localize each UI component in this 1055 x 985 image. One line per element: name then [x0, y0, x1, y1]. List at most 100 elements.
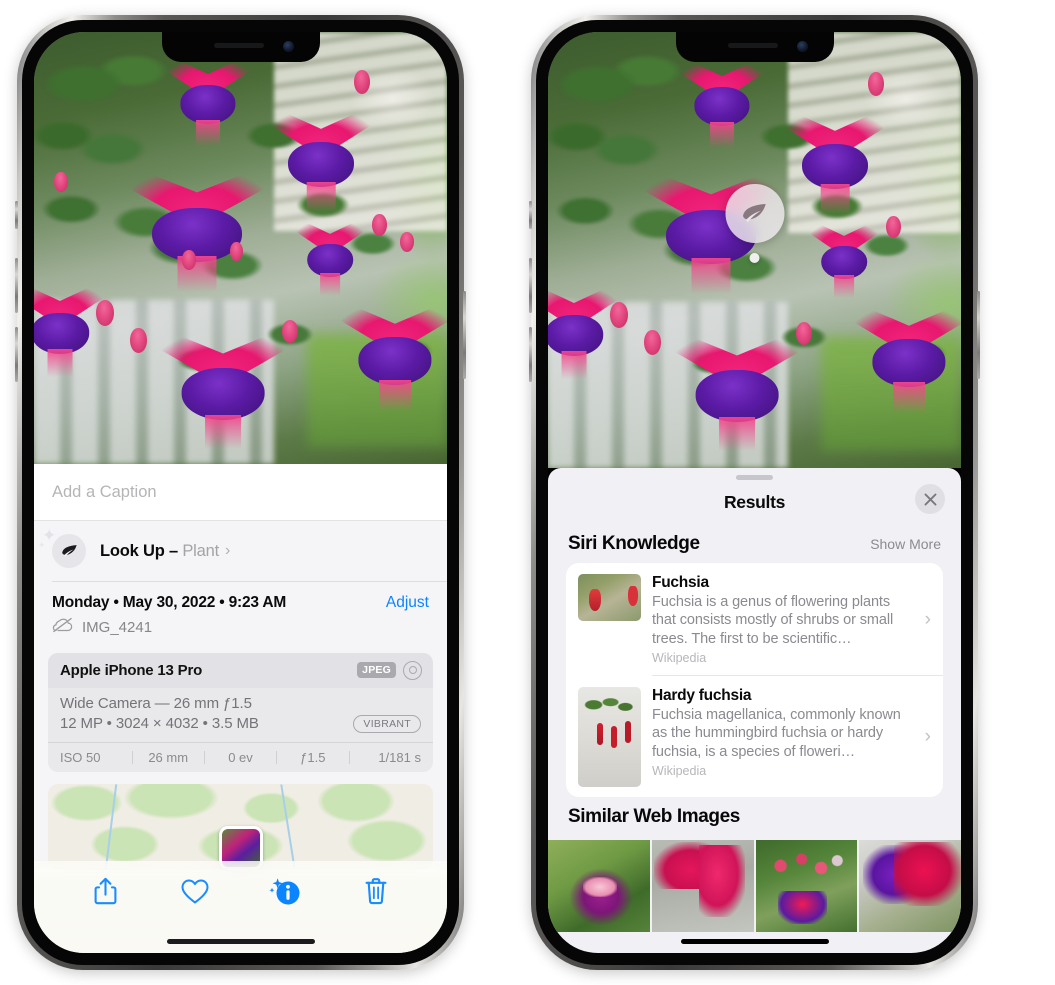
power-button[interactable] [463, 291, 466, 379]
similar-web-images-header: Similar Web Images [548, 797, 961, 836]
web-image-4[interactable] [859, 839, 961, 932]
list-item[interactable]: Fuchsia Fuchsia is a genus of flowering … [566, 563, 943, 675]
similar-web-images-strip[interactable] [548, 836, 961, 932]
left-phone-screen: Add a Caption ✦ ✦ Look Up – Plant › Mond… [34, 32, 447, 953]
info-sparkle-icon[interactable] [269, 874, 303, 908]
siri-knowledge-card: Fuchsia Fuchsia is a genus of flowering … [566, 563, 943, 797]
fuchsia-blossom [668, 334, 806, 452]
volume-down-button[interactable] [15, 327, 18, 382]
fuchsia-blossom [266, 110, 376, 213]
earpiece-speaker [213, 43, 264, 48]
photo-viewer[interactable] [34, 32, 447, 464]
knowledge-source: Wikipedia [652, 651, 707, 666]
photo-viewer[interactable] [548, 32, 961, 468]
photo-date: Monday • May 30, 2022 • 9:23 AM [52, 593, 287, 611]
volume-up-button[interactable] [15, 258, 18, 313]
chevron-right-icon: › [924, 725, 931, 747]
left-phone-bezel: Add a Caption ✦ ✦ Look Up – Plant › Mond… [22, 20, 459, 965]
exif-row: ISO 50 26 mm 0 ev ƒ1.5 1/181 s [48, 741, 433, 772]
volume-down-button[interactable] [529, 327, 532, 382]
front-camera-icon [282, 41, 294, 52]
flower-bud [182, 250, 196, 270]
exif-iso: ISO 50 [60, 749, 101, 765]
fuchsia-blossom [122, 170, 272, 292]
camera-info-card[interactable]: Apple iPhone 13 Pro JPEG Wide Camera — 2… [48, 652, 433, 772]
photographic-style-badge: VIBRANT [353, 714, 421, 733]
fuchsia-blossom [548, 286, 622, 379]
fuchsia-blossom [34, 284, 108, 377]
heart-icon[interactable] [178, 874, 212, 908]
right-phone-device: Results Siri Knowledge Show More Fuchsia… [529, 15, 980, 970]
earpiece-speaker [727, 43, 778, 48]
fuchsia-blossom [292, 220, 368, 296]
look-up-subject: Plant [182, 541, 219, 560]
knowledge-title: Fuchsia [652, 574, 709, 591]
knowledge-description: Fuchsia magellanica, commonly known as t… [652, 706, 901, 760]
subject-marker-dot [749, 253, 760, 263]
flower-bud [796, 322, 812, 345]
web-image-3[interactable] [755, 839, 858, 932]
metadata-block: Monday • May 30, 2022 • 9:23 AM Adjust I… [34, 581, 447, 647]
image-specs: 12 MP • 3024 × 4032 • 3.5 MB [60, 715, 259, 732]
camera-device-name: Apple iPhone 13 Pro [60, 661, 203, 679]
chevron-right-icon: › [924, 608, 931, 630]
flower-bud [230, 242, 243, 261]
sparkle-small-icon: ✦ [38, 540, 46, 550]
share-icon[interactable] [88, 874, 122, 908]
flower-bud [610, 302, 628, 328]
lens-info: Wide Camera — 26 mm ƒ1.5 [60, 694, 252, 712]
home-indicator[interactable] [680, 939, 829, 944]
flower-bud [400, 232, 414, 252]
siri-knowledge-header: Siri Knowledge Show More [548, 524, 961, 563]
volume-up-button[interactable] [529, 258, 532, 313]
trash-icon[interactable] [359, 874, 393, 908]
section-title: Siri Knowledge [568, 533, 700, 554]
visual-look-up-badge[interactable] [725, 184, 784, 263]
right-phone-bezel: Results Siri Knowledge Show More Fuchsia… [536, 20, 973, 965]
home-indicator[interactable] [166, 939, 315, 944]
exif-focal-length: 26 mm [148, 749, 189, 765]
lookup-block: ✦ ✦ Look Up – Plant › Monday • May 30, 2… [34, 521, 447, 870]
power-button[interactable] [977, 291, 980, 379]
results-sheet: Results Siri Knowledge Show More Fuchsia… [548, 468, 961, 953]
aperture-icon [403, 660, 422, 680]
format-badge: JPEG [357, 662, 396, 678]
silent-switch[interactable] [529, 201, 532, 229]
section-title: Similar Web Images [568, 805, 740, 827]
flower-bud [354, 70, 370, 94]
knowledge-source: Wikipedia [652, 763, 707, 778]
flower-bud [54, 172, 68, 192]
flower-bud [644, 330, 661, 355]
exif-shutter-speed: 1/181 s [378, 749, 421, 765]
look-up-label: Look Up – Plant [100, 541, 219, 560]
flower-bud [130, 328, 147, 353]
exif-aperture: ƒ1.5 [300, 749, 326, 765]
photo-filename: IMG_4241 [82, 618, 153, 636]
web-image-1[interactable] [548, 839, 650, 932]
flower-bud [886, 216, 901, 238]
fuchsia-blossom [334, 304, 447, 412]
right-phone-screen: Results Siri Knowledge Show More Fuchsia… [548, 32, 961, 953]
page-title: Results [723, 491, 786, 512]
flower-bud [282, 320, 298, 343]
adjust-button[interactable]: Adjust [386, 594, 429, 612]
icloud-slash-icon [52, 617, 74, 638]
close-icon[interactable] [915, 484, 945, 514]
front-camera-icon [796, 41, 808, 52]
location-map[interactable] [48, 783, 433, 870]
chevron-right-icon: › [224, 542, 231, 559]
look-up-plant-row[interactable]: ✦ ✦ Look Up – Plant › [34, 521, 447, 581]
list-item[interactable]: Hardy fuchsia Fuchsia magellanica, commo… [566, 676, 943, 797]
results-header: Results [548, 480, 961, 524]
fuchsia-red-flowers-thumb [578, 574, 641, 621]
silent-switch[interactable] [15, 201, 18, 229]
knowledge-description: Fuchsia is a genus of flowering plants t… [652, 594, 894, 647]
camera-card-header: Apple iPhone 13 Pro JPEG [48, 652, 433, 688]
flower-bud [372, 214, 387, 236]
leaf-icon[interactable] [725, 184, 784, 243]
show-more-button[interactable]: Show More [870, 536, 941, 552]
web-image-2[interactable] [651, 839, 754, 932]
flower-bud [868, 72, 884, 96]
caption-placeholder: Add a Caption [52, 482, 157, 501]
caption-input-row[interactable]: Add a Caption [34, 464, 447, 521]
